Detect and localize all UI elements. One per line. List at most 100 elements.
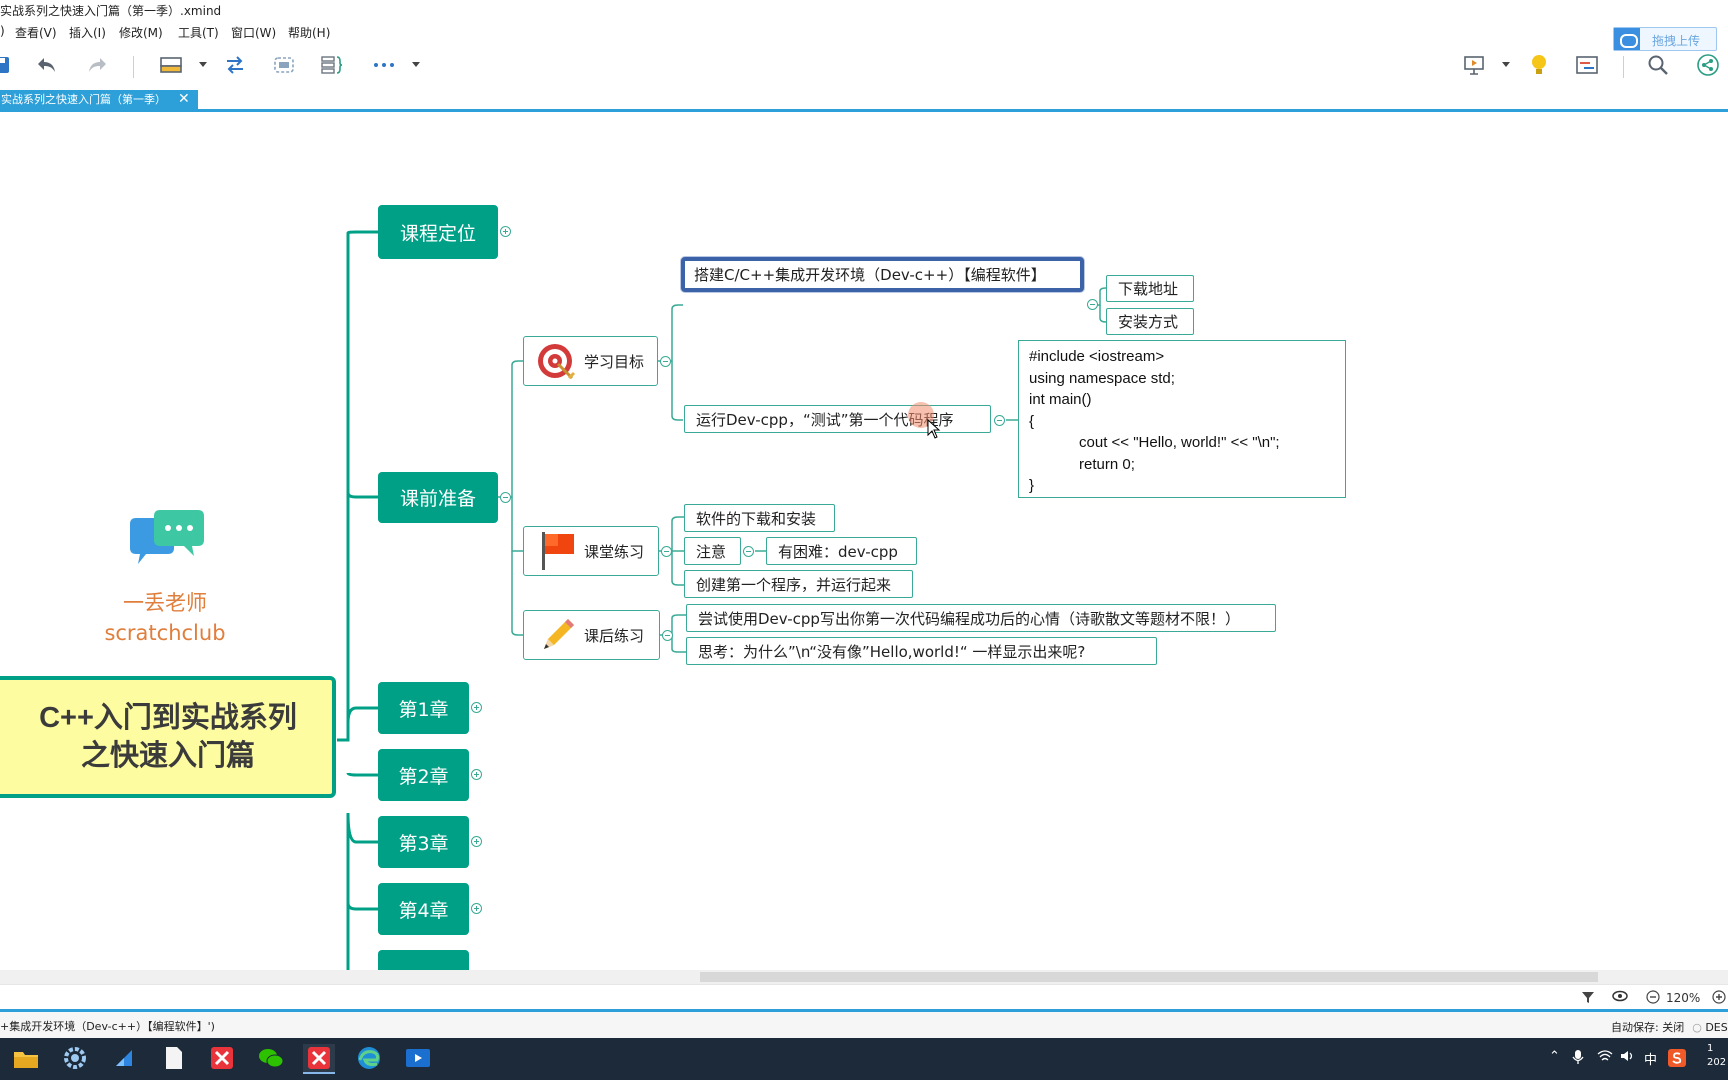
status-bar: +集成开发环境（Dev-c++）【编程软件】') 自动保存: 关闭○ DESK bbox=[0, 1012, 1728, 1038]
chevron-down-icon[interactable] bbox=[199, 62, 207, 67]
code-line: int main() bbox=[1029, 391, 1092, 408]
relationship-icon[interactable] bbox=[222, 52, 248, 78]
topic-style-icon[interactable] bbox=[158, 52, 184, 78]
subtopic-class-practice[interactable]: 课堂练习 bbox=[523, 526, 659, 576]
presentation-icon[interactable] bbox=[1461, 52, 1487, 78]
eye-icon[interactable] bbox=[1612, 990, 1628, 1006]
chevron-down-icon[interactable] bbox=[1502, 62, 1510, 67]
subtopic-learning-goal[interactable]: 学习目标 bbox=[523, 336, 658, 386]
collapse-toggle-icon[interactable] bbox=[994, 415, 1005, 426]
microphone-icon[interactable] bbox=[1572, 1049, 1584, 1069]
tray-chevron-up-icon[interactable]: ⌃ bbox=[1549, 1049, 1560, 1064]
redo-icon[interactable] bbox=[84, 52, 110, 78]
topic-chapter-3[interactable]: 第3章 bbox=[378, 816, 469, 868]
menu-modify[interactable]: 修改(M) bbox=[119, 24, 163, 41]
undo-icon[interactable] bbox=[34, 52, 60, 78]
ime-indicator[interactable]: 中 bbox=[1644, 1049, 1657, 1068]
zoom-in-icon[interactable] bbox=[1711, 990, 1727, 1006]
summary-icon[interactable] bbox=[319, 52, 345, 78]
leaf-try-devcpp[interactable]: 尝试使用Dev-cpp写出你第一次代码编程成功后的心情（诗歌散文等题材不限！） bbox=[686, 604, 1276, 632]
collapse-toggle-icon[interactable] bbox=[500, 492, 511, 503]
wechat-icon[interactable] bbox=[255, 1044, 287, 1074]
recorder-icon[interactable] bbox=[402, 1044, 434, 1074]
scrollbar-thumb[interactable] bbox=[700, 972, 1598, 982]
topic-chapter-2[interactable]: 第2章 bbox=[378, 749, 469, 801]
expand-toggle-icon[interactable] bbox=[471, 769, 482, 780]
menu-window[interactable]: 窗口(W) bbox=[231, 24, 276, 41]
target-icon bbox=[536, 341, 576, 381]
leaf-software-download[interactable]: 软件的下载和安装 bbox=[684, 504, 835, 532]
collapse-toggle-icon[interactable] bbox=[662, 630, 673, 641]
more-icon[interactable] bbox=[371, 52, 397, 78]
expand-toggle-icon[interactable] bbox=[471, 702, 482, 713]
settings-gear-icon[interactable] bbox=[59, 1044, 91, 1074]
search-icon[interactable] bbox=[1645, 52, 1671, 78]
horizontal-scrollbar[interactable] bbox=[0, 970, 1728, 984]
subtopic-label: 课后练习 bbox=[584, 626, 645, 645]
save-icon[interactable] bbox=[0, 52, 14, 78]
leaf-download-address[interactable]: 下载地址 bbox=[1106, 275, 1194, 302]
share-icon[interactable] bbox=[1695, 52, 1721, 78]
boundary-icon[interactable] bbox=[271, 52, 297, 78]
topic-chapter-1[interactable]: 第1章 bbox=[378, 682, 469, 734]
pencil-icon bbox=[538, 615, 578, 655]
code-snippet-note[interactable]: #include <iostream> using namespace std; i… bbox=[1018, 340, 1346, 498]
central-topic-line2: 之快速入门篇 bbox=[80, 740, 255, 772]
leaf-run-devcpp[interactable]: 运行Dev-cpp，“测试”第一个代码程序 bbox=[684, 405, 991, 433]
leaf-install-method[interactable]: 安装方式 bbox=[1106, 308, 1194, 335]
toolbar-separator bbox=[1623, 56, 1624, 78]
xmind-icon[interactable] bbox=[206, 1044, 238, 1074]
volume-icon[interactable] bbox=[1620, 1049, 1636, 1067]
network-icon[interactable] bbox=[1597, 1049, 1613, 1067]
collapse-toggle-icon[interactable] bbox=[1087, 299, 1098, 310]
sogou-ime-icon[interactable] bbox=[1668, 1049, 1686, 1071]
gantt-icon[interactable] bbox=[1574, 52, 1600, 78]
view-status-bar: 120% bbox=[0, 984, 1728, 1012]
menu-help[interactable]: 帮助(H) bbox=[288, 24, 330, 41]
code-line: #include <iostream> bbox=[1029, 348, 1165, 365]
mindmap-canvas[interactable]: 一丢老师 scratchclub C++入门到实战系列 之快速入门篇 课程定位 … bbox=[0, 113, 1728, 970]
clock[interactable]: 1 202 bbox=[1707, 1042, 1726, 1070]
leaf-attention[interactable]: 注意 bbox=[684, 537, 741, 565]
document-icon[interactable] bbox=[157, 1044, 189, 1074]
filter-icon[interactable] bbox=[1580, 990, 1596, 1006]
toolbar bbox=[0, 42, 1728, 90]
expand-toggle-icon[interactable] bbox=[500, 226, 511, 237]
collapse-toggle-icon[interactable] bbox=[661, 546, 672, 557]
topic-chapter-4[interactable]: 第4章 bbox=[378, 883, 469, 935]
menu-file-fragment[interactable]: ) bbox=[0, 24, 5, 38]
chat-bubbles-icon bbox=[128, 510, 206, 580]
editor-tab-bar: 实战系列之快速入门篇（第一季） ✕ bbox=[0, 90, 1728, 112]
app-arrow-icon[interactable] bbox=[108, 1044, 140, 1074]
leaf-create-first-program[interactable]: 创建第一个程序，并运行起来 bbox=[684, 570, 913, 598]
autosave-text: 自动保存: 关闭 bbox=[1611, 1021, 1685, 1034]
leaf-difficulty[interactable]: 有困难：dev-cpp bbox=[766, 537, 917, 565]
leaf-setup-environment-selected[interactable]: 搭建C/C++集成开发环境（Dev-c++）【编程软件】 bbox=[681, 257, 1084, 292]
topic-pre-class[interactable]: 课前准备 bbox=[378, 472, 498, 523]
menu-tools[interactable]: 工具(T) bbox=[178, 24, 219, 41]
topic-course-position[interactable]: 课程定位 bbox=[378, 205, 498, 259]
subtopic-label: 课堂练习 bbox=[584, 542, 645, 561]
xmind-active-icon[interactable] bbox=[303, 1044, 335, 1074]
zoom-out-icon[interactable] bbox=[1645, 990, 1661, 1006]
collapse-toggle-icon[interactable] bbox=[660, 356, 671, 367]
expand-toggle-icon[interactable] bbox=[471, 836, 482, 847]
menu-view[interactable]: 查看(V) bbox=[15, 24, 57, 41]
central-topic[interactable]: C++入门到实战系列 之快速入门篇 bbox=[0, 676, 336, 798]
file-explorer-icon[interactable] bbox=[10, 1044, 42, 1074]
tab-document[interactable]: 实战系列之快速入门篇（第一季） ✕ bbox=[0, 90, 198, 110]
code-line: { bbox=[1029, 412, 1035, 430]
chevron-down-icon[interactable] bbox=[412, 62, 420, 67]
topic-chapter-5-partial[interactable] bbox=[378, 950, 469, 970]
collapse-toggle-icon[interactable] bbox=[743, 546, 754, 557]
lightbulb-icon[interactable] bbox=[1526, 52, 1552, 78]
subtopic-homework[interactable]: 课后练习 bbox=[523, 610, 660, 660]
edge-browser-icon[interactable] bbox=[353, 1044, 385, 1074]
leaf-think-question[interactable]: 思考：为什么”\n“没有像”Hello,world!“ 一样显示出来呢? bbox=[686, 637, 1157, 665]
expand-toggle-icon[interactable] bbox=[471, 903, 482, 914]
close-icon[interactable]: ✕ bbox=[178, 90, 190, 109]
tab-label: 实战系列之快速入门篇（第一季） bbox=[1, 93, 166, 106]
menu-insert[interactable]: 插入(I) bbox=[69, 24, 106, 41]
window-title: 实战系列之快速入门篇（第一季）.xmind bbox=[0, 4, 222, 18]
autosave-status: 自动保存: 关闭○ DESK bbox=[1611, 1019, 1728, 1035]
